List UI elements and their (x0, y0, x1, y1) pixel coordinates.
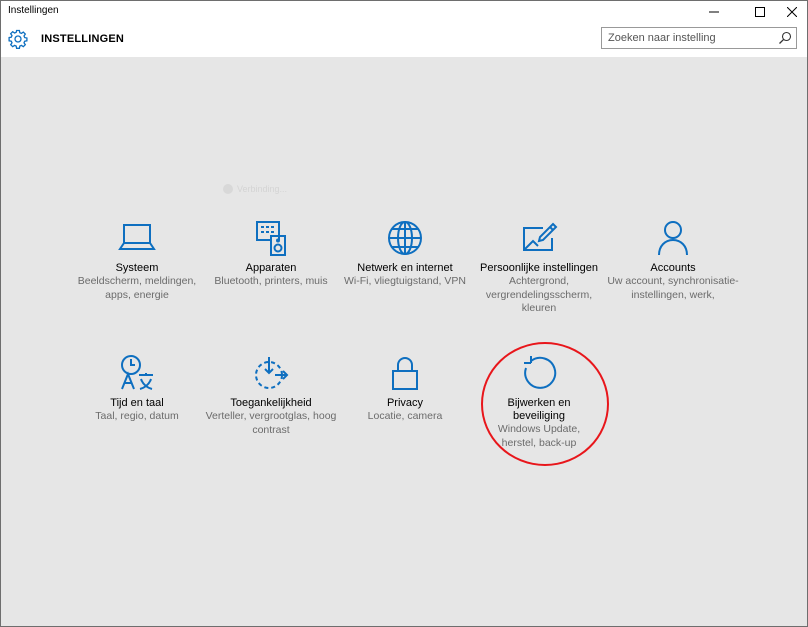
tile-persoonlijke-instellingen[interactable]: Persoonlijke instellingen Achtergrond, v… (473, 218, 605, 316)
time-language-icon (121, 355, 153, 390)
maximize-button[interactable] (745, 1, 775, 23)
tile-description: Uw account, synchronisatie-instellingen,… (607, 275, 739, 301)
status-dot-icon (223, 184, 233, 194)
search-icon[interactable] (778, 31, 792, 45)
lock-icon (392, 357, 418, 390)
maximize-icon (755, 7, 765, 17)
tile-netwerk-en-internet[interactable]: Netwerk en internet Wi-Fi, vliegtuigstan… (339, 218, 471, 289)
tile-name: Privacy (386, 397, 424, 409)
settings-window: Instellingen INSTELLINGEN Verbi (0, 0, 808, 627)
close-button[interactable] (777, 1, 807, 23)
tile-name: Toegankelijkheid (230, 397, 312, 409)
tile-name: Persoonlijke instellingen (479, 262, 598, 274)
close-icon (787, 7, 797, 17)
tile-description: Achtergrond, vergrendelingsscherm, kleur… (485, 275, 593, 314)
person-icon (658, 221, 688, 256)
tile-accounts[interactable]: Accounts Uw account, synchronisatie-inst… (607, 218, 739, 302)
tile-privacy[interactable]: Privacy Locatie, camera (339, 353, 471, 424)
tile-tijd-en-taal[interactable]: Tijd en taal Taal, regio, datum (71, 353, 203, 424)
tile-name: Bijwerken en beveiliging (507, 397, 571, 422)
tile-apparaten[interactable]: Apparaten Bluetooth, printers, muis (205, 218, 337, 289)
faded-status: Verbinding... (223, 184, 287, 194)
globe-icon (388, 221, 422, 255)
gear-icon (8, 29, 28, 49)
tile-description: Wi-Fi, vliegtuigstand, VPN (344, 275, 466, 287)
devices-icon (256, 221, 286, 256)
tile-description: Beeldscherm, meldingen, apps, energie (77, 275, 197, 301)
tile-systeem[interactable]: Systeem Beeldscherm, meldingen, apps, en… (71, 218, 203, 302)
tile-name: Netwerk en internet (357, 262, 453, 274)
search-box[interactable] (601, 27, 797, 49)
personalization-icon (523, 222, 558, 251)
search-input[interactable] (602, 29, 778, 47)
tile-description: Verteller, vergrootglas, hoog contrast (205, 410, 337, 436)
title-bar: Instellingen (1, 1, 807, 23)
tile-description: Bluetooth, printers, muis (214, 275, 328, 287)
tile-description: Locatie, camera (367, 410, 443, 422)
tile-description: Windows Update, herstel, back-up (497, 423, 581, 449)
page-title: INSTELLINGEN (41, 33, 125, 45)
accessibility-icon (255, 357, 289, 389)
tile-description: Taal, regio, datum (95, 410, 179, 422)
laptop-icon (118, 224, 156, 250)
tile-name: Accounts (650, 262, 696, 274)
tile-bijwerken-en-beveiliging[interactable]: Bijwerken en beveiliging Windows Update,… (473, 353, 605, 450)
tile-name: Apparaten (245, 262, 297, 274)
window-title: Instellingen (8, 5, 59, 16)
settings-header: INSTELLINGEN (1, 23, 807, 57)
update-icon (524, 356, 557, 389)
tile-toegankelijkheid[interactable]: Toegankelijkheid Verteller, vergrootglas… (205, 353, 337, 437)
minimize-icon (709, 11, 719, 13)
faded-status-text: Verbinding... (237, 184, 288, 194)
tile-name: Tijd en taal (110, 397, 164, 409)
tile-name: Systeem (115, 262, 159, 274)
minimize-button[interactable] (699, 1, 729, 23)
